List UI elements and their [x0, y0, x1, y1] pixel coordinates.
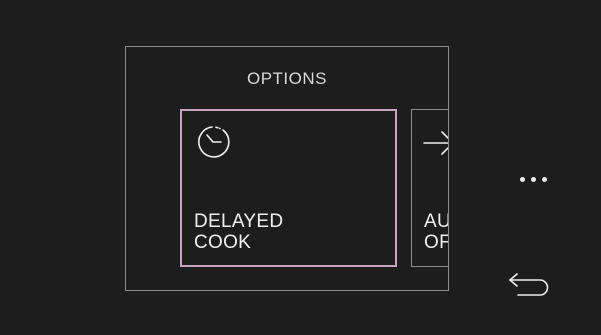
more-dots-icon — [519, 176, 525, 182]
arrow-right-icon — [423, 131, 448, 155]
label-line: AU — [424, 211, 449, 232]
option-card-delayed-cook[interactable]: DELAYED COOK — [180, 109, 397, 267]
oven-display-screen: OPTIONS DELAYED COOK AU OF — [0, 0, 601, 335]
back-button[interactable] — [504, 268, 552, 304]
option-card-auto-off[interactable]: AU OF — [411, 109, 449, 267]
more-dots-icon — [541, 176, 547, 182]
options-panel: OPTIONS DELAYED COOK AU OF — [125, 46, 449, 291]
more-options-button[interactable] — [511, 168, 555, 190]
panel-title: OPTIONS — [246, 69, 327, 88]
clock-icon — [198, 126, 230, 158]
back-arrow-icon — [509, 273, 549, 296]
more-dots-icon — [530, 176, 536, 182]
label-line: OF — [424, 232, 449, 253]
option-label-delayed-cook: DELAYED COOK — [194, 211, 283, 253]
option-label-auto-off: AU OF — [424, 211, 449, 253]
label-line: DELAYED — [194, 211, 284, 232]
label-line: COOK — [194, 232, 252, 253]
